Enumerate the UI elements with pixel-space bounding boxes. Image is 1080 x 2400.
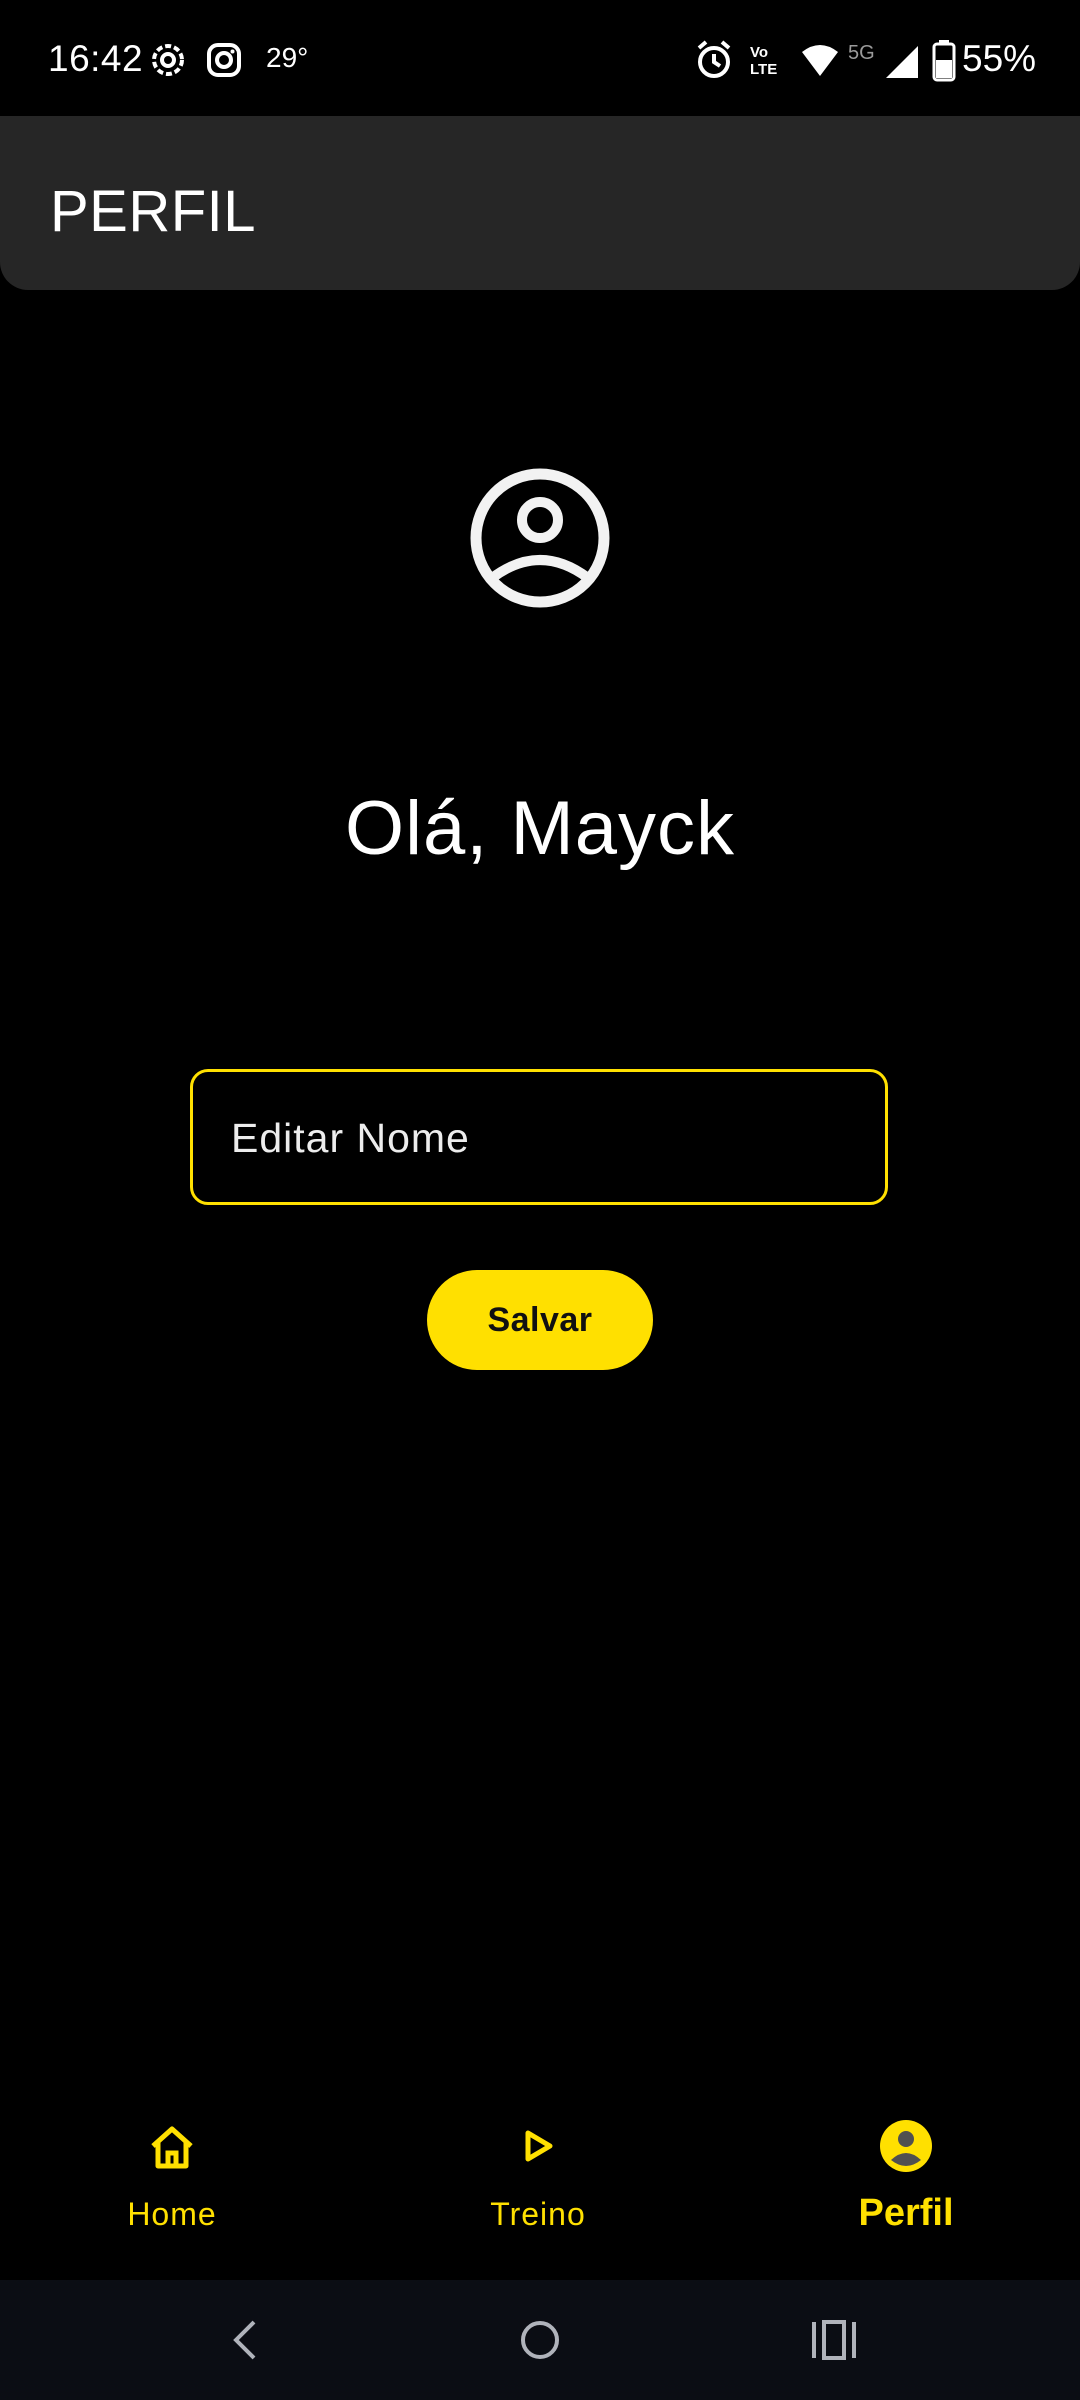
alarm-icon <box>697 40 731 78</box>
greeting-text: Olá, Mayck <box>344 786 736 871</box>
battery-percentage: 55% <box>962 38 1037 79</box>
network-type-label: 5G <box>848 42 875 64</box>
back-icon[interactable] <box>216 2310 276 2370</box>
nav-item-treino[interactable]: Treino <box>388 2080 688 2280</box>
recent-apps-icon[interactable] <box>804 2310 864 2370</box>
status-temperature: 29° <box>266 42 309 73</box>
nav-item-perfil[interactable]: Perfil <box>756 2080 1056 2280</box>
home-icon <box>151 2126 193 2169</box>
edit-name-input[interactable] <box>229 1072 853 1204</box>
instagram-icon <box>207 43 241 77</box>
nav-item-home[interactable]: Home <box>22 2080 322 2280</box>
save-button[interactable]: Salvar <box>427 1270 653 1370</box>
nav-label-treino: Treino <box>490 2196 586 2232</box>
home-circle-icon[interactable] <box>510 2310 570 2370</box>
page-title: PERFIL <box>50 179 257 244</box>
signal-icon <box>886 46 918 78</box>
wifi-icon <box>802 45 838 76</box>
edit-name-field[interactable] <box>190 1069 888 1205</box>
status-time: 16:42 <box>48 38 144 79</box>
avatar-icon <box>470 468 610 608</box>
bottom-navigation: Home Treino Perfil <box>0 2080 1080 2280</box>
profile-icon <box>880 2120 932 2172</box>
system-navigation-bar <box>0 2280 1080 2400</box>
status-bar: 16:42 29° Vo LTE 5G 55% <box>0 0 1080 116</box>
nfc-icon <box>152 44 184 76</box>
nav-label-home: Home <box>127 2196 217 2232</box>
volte-icon: Vo LTE <box>750 44 778 78</box>
nav-label-perfil: Perfil <box>858 2192 954 2234</box>
play-icon <box>525 2130 553 2162</box>
app-bar: PERFIL <box>0 116 1080 290</box>
battery-icon <box>932 40 956 82</box>
